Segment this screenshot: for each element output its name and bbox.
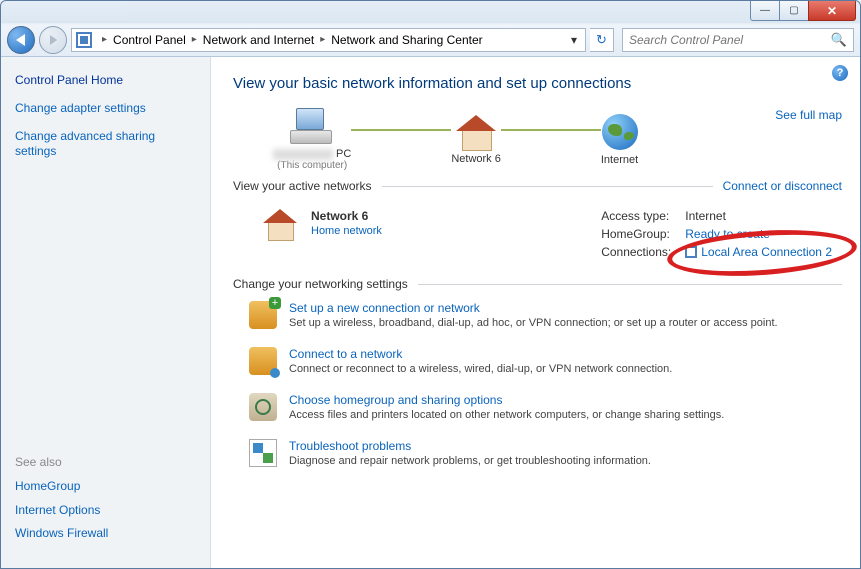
pc-sublabel: (This computer): [273, 160, 351, 171]
pc-label-suffix: PC: [333, 148, 351, 160]
breadcrumb-item[interactable]: Network and Sharing Center: [331, 33, 482, 47]
page-title: View your basic network information and …: [233, 75, 842, 92]
house-icon: [456, 115, 496, 149]
connect-icon: [249, 347, 277, 375]
map-connector: [351, 129, 451, 131]
setting-troubleshoot: Troubleshoot problems Diagnose and repai…: [233, 439, 842, 467]
network-info: Network 6 Home network: [311, 209, 382, 237]
change-settings-label: Change your networking settings: [233, 277, 408, 291]
homegroup-link[interactable]: Ready to create: [685, 227, 832, 241]
setting-desc: Set up a wireless, broadband, dial-up, a…: [289, 317, 778, 329]
see-also: See also HomeGroup Internet Options Wind…: [15, 455, 196, 550]
chevron-right-icon: ▸: [98, 34, 111, 45]
pc-name-redacted: [273, 149, 333, 160]
breadcrumb-item[interactable]: Network and Internet: [203, 33, 314, 47]
toolbar: ▸ Control Panel ▸ Network and Internet ▸…: [1, 23, 860, 57]
setting-title-link[interactable]: Set up a new connection or network: [289, 301, 778, 315]
titlebar: [1, 1, 860, 23]
globe-icon: [602, 114, 638, 150]
network-map: PC (This computer) Network 6 Internet Se…: [233, 108, 842, 171]
change-settings-header: Change your networking settings: [233, 277, 842, 291]
maximize-button[interactable]: ▢: [779, 1, 809, 21]
forward-button[interactable]: [39, 26, 67, 54]
window: — ▢ ✕ ▸ Control Panel ▸ Network and Inte…: [0, 0, 861, 569]
breadcrumb-item[interactable]: Control Panel: [113, 33, 186, 47]
network-type-link[interactable]: Home network: [311, 225, 382, 237]
house-icon: [263, 209, 297, 239]
breadcrumb-dropdown[interactable]: ▾: [567, 33, 581, 47]
active-networks-label: View your active networks: [233, 179, 372, 193]
connections-value: Local Area Connection 2: [685, 245, 832, 259]
see-also-internet-options[interactable]: Internet Options: [15, 503, 196, 519]
content: Control Panel Home Change adapter settin…: [1, 57, 860, 568]
homegroup-icon: [249, 393, 277, 421]
new-connection-icon: [249, 301, 277, 329]
homegroup-label: HomeGroup:: [601, 227, 671, 241]
divider: [382, 186, 713, 187]
breadcrumb[interactable]: ▸ Control Panel ▸ Network and Internet ▸…: [71, 28, 586, 52]
see-also-homegroup[interactable]: HomeGroup: [15, 479, 196, 495]
sidebar-link-advanced-sharing[interactable]: Change advanced sharing settings: [15, 129, 196, 160]
setting-title-link[interactable]: Troubleshoot problems: [289, 439, 651, 453]
search-input[interactable]: [629, 33, 831, 47]
map-node-internet[interactable]: Internet: [601, 114, 638, 166]
window-buttons: — ▢ ✕: [751, 1, 856, 21]
search-box[interactable]: 🔍: [622, 28, 854, 52]
connections-label: Connections:: [601, 245, 671, 259]
pc-icon: [290, 108, 334, 144]
map-node-network[interactable]: Network 6: [451, 115, 501, 165]
ethernet-icon: [685, 246, 697, 258]
sidebar: Control Panel Home Change adapter settin…: [1, 57, 211, 568]
setting-new-connection: Set up a new connection or network Set u…: [233, 301, 842, 329]
help-icon[interactable]: ?: [832, 65, 848, 81]
see-full-map-link[interactable]: See full map: [775, 108, 842, 122]
map-connector: [501, 129, 601, 131]
active-networks-header: View your active networks Connect or dis…: [233, 179, 842, 193]
setting-homegroup: Choose homegroup and sharing options Acc…: [233, 393, 842, 421]
refresh-button[interactable]: ↻: [590, 28, 614, 52]
main-panel: ? View your basic network information an…: [211, 57, 860, 568]
troubleshoot-icon: [249, 439, 277, 467]
active-network: Network 6 Home network Access type: Inte…: [233, 203, 842, 269]
back-button[interactable]: [7, 26, 35, 54]
setting-desc: Access files and printers located on oth…: [289, 409, 724, 421]
access-type-value: Internet: [685, 209, 832, 223]
map-node-pc[interactable]: PC (This computer): [273, 108, 351, 171]
search-icon: 🔍: [831, 32, 847, 48]
network-name: Network 6: [311, 209, 382, 223]
network-details: Access type: Internet HomeGroup: Ready t…: [601, 209, 842, 259]
arrow-left-icon: [16, 34, 25, 46]
connection-link[interactable]: Local Area Connection 2: [701, 245, 832, 259]
setting-title-link[interactable]: Connect to a network: [289, 347, 672, 361]
internet-label: Internet: [601, 154, 638, 166]
control-panel-icon: [76, 32, 92, 48]
control-panel-home-link[interactable]: Control Panel Home: [15, 73, 196, 87]
minimize-button[interactable]: —: [750, 1, 780, 21]
chevron-right-icon: ▸: [316, 34, 329, 45]
access-type-label: Access type:: [601, 209, 671, 223]
setting-title-link[interactable]: Choose homegroup and sharing options: [289, 393, 724, 407]
arrow-right-icon: [50, 35, 57, 45]
close-button[interactable]: ✕: [808, 1, 856, 21]
setting-desc: Diagnose and repair network problems, or…: [289, 455, 651, 467]
sidebar-link-adapter[interactable]: Change adapter settings: [15, 101, 196, 117]
settings-list: Set up a new connection or network Set u…: [233, 301, 842, 467]
connect-disconnect-link[interactable]: Connect or disconnect: [723, 179, 842, 193]
see-also-heading: See also: [15, 455, 196, 469]
setting-desc: Connect or reconnect to a wireless, wire…: [289, 363, 672, 375]
chevron-right-icon: ▸: [188, 34, 201, 45]
setting-connect: Connect to a network Connect or reconnec…: [233, 347, 842, 375]
divider: [418, 284, 842, 285]
see-also-windows-firewall[interactable]: Windows Firewall: [15, 526, 196, 542]
network-label: Network 6: [451, 153, 501, 165]
